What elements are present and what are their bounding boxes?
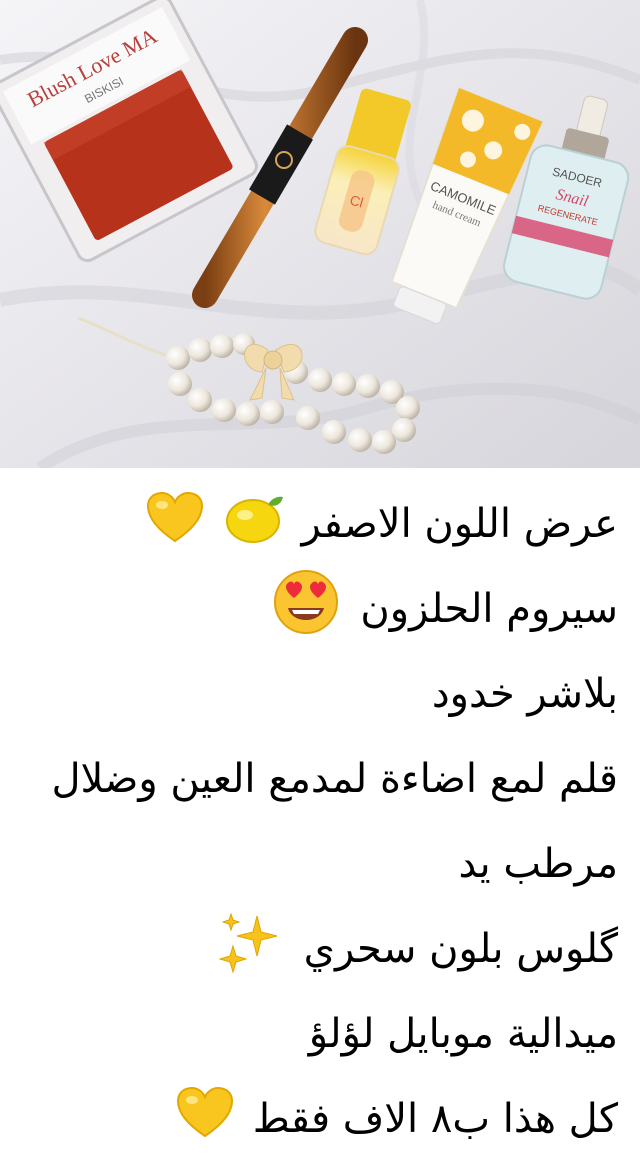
caption-line-3-text: بلاشر خدود bbox=[431, 671, 618, 717]
caption-line-4: قلم لمع اضاءة لمدمع العين وضلال bbox=[12, 737, 618, 822]
caption-line-8: كل هذا ب٨ الاف فقط bbox=[12, 1077, 618, 1162]
yellow-heart-icon bbox=[177, 1086, 234, 1138]
caption-line-2: سيروم الحلزون bbox=[12, 567, 618, 652]
product-photo-svg: Blush Love MA BISKISI Cl CAMOMILE hand c… bbox=[0, 0, 640, 468]
caption-line-1-text: عرض اللون الاصفر bbox=[301, 501, 618, 547]
caption-line-7-text: ميدالية موبايل لؤلؤ bbox=[308, 1011, 618, 1057]
product-photo: Blush Love MA BISKISI Cl CAMOMILE hand c… bbox=[0, 0, 640, 468]
caption-line-6-text: گلوس بلون سحري bbox=[303, 926, 618, 972]
sparkles-icon bbox=[218, 912, 278, 974]
caption-line-1: عرض اللون الاصفر bbox=[12, 482, 618, 567]
caption-text-block: عرض اللون الاصفر سيروم الحلزون بلاشر خدو… bbox=[0, 468, 640, 1169]
caption-line-5-text: مرطب يد bbox=[458, 841, 618, 887]
lemon-icon bbox=[225, 496, 283, 543]
caption-line-3: بلاشر خدود bbox=[12, 652, 618, 737]
caption-line-4-text: قلم لمع اضاءة لمدمع العين وضلال bbox=[51, 756, 618, 802]
caption-line-5: مرطب يد bbox=[12, 822, 618, 907]
yellow-heart-icon bbox=[147, 491, 204, 543]
heart-eyes-icon bbox=[273, 570, 338, 634]
caption-line-8-text: كل هذا ب٨ الاف فقط bbox=[252, 1096, 618, 1142]
caption-line-6: گلوس بلون سحري bbox=[12, 907, 618, 992]
caption-line-2-text: سيروم الحلزون bbox=[360, 586, 618, 632]
caption-line-7: ميدالية موبايل لؤلؤ bbox=[12, 992, 618, 1077]
